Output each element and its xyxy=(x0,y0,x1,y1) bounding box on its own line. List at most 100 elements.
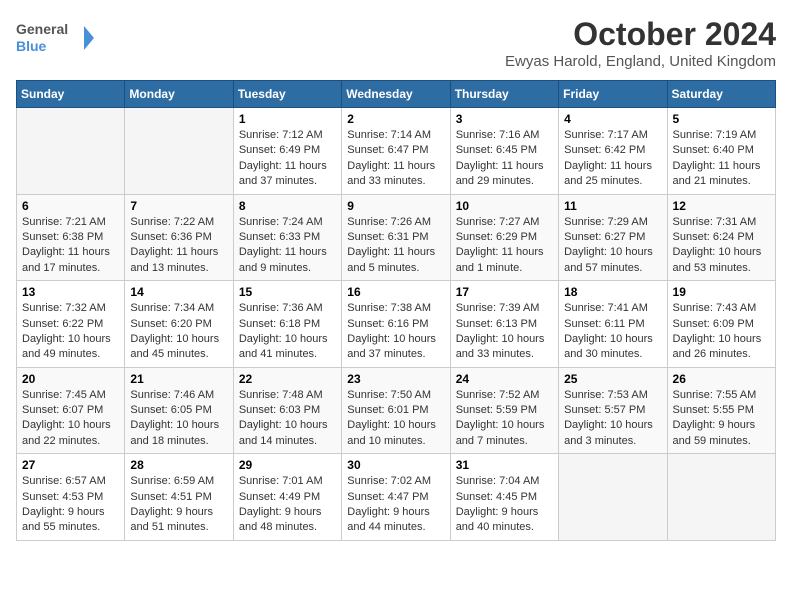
day-number: 4 xyxy=(564,112,661,126)
day-info: Sunrise: 7:12 AMSunset: 6:49 PMDaylight:… xyxy=(239,129,327,187)
day-number: 21 xyxy=(130,372,227,386)
day-number: 29 xyxy=(239,458,336,472)
col-thursday: Thursday xyxy=(450,81,558,108)
day-info: Sunrise: 7:21 AMSunset: 6:38 PMDaylight:… xyxy=(22,216,110,274)
day-info: Sunrise: 7:04 AMSunset: 4:45 PMDaylight:… xyxy=(456,475,540,533)
col-monday: Monday xyxy=(125,81,233,108)
day-info: Sunrise: 7:19 AMSunset: 6:40 PMDaylight:… xyxy=(673,129,761,187)
calendar-day: 20 Sunrise: 7:45 AMSunset: 6:07 PMDaylig… xyxy=(17,367,125,454)
calendar-day xyxy=(559,454,667,541)
day-info: Sunrise: 7:45 AMSunset: 6:07 PMDaylight:… xyxy=(22,389,111,447)
day-info: Sunrise: 7:27 AMSunset: 6:29 PMDaylight:… xyxy=(456,216,544,274)
calendar-week-1: 1 Sunrise: 7:12 AMSunset: 6:49 PMDayligh… xyxy=(17,108,776,195)
calendar-day: 31 Sunrise: 7:04 AMSunset: 4:45 PMDaylig… xyxy=(450,454,558,541)
calendar-day: 24 Sunrise: 7:52 AMSunset: 5:59 PMDaylig… xyxy=(450,367,558,454)
calendar-day: 11 Sunrise: 7:29 AMSunset: 6:27 PMDaylig… xyxy=(559,194,667,281)
calendar-week-2: 6 Sunrise: 7:21 AMSunset: 6:38 PMDayligh… xyxy=(17,194,776,281)
calendar-day: 30 Sunrise: 7:02 AMSunset: 4:47 PMDaylig… xyxy=(342,454,450,541)
day-info: Sunrise: 7:01 AMSunset: 4:49 PMDaylight:… xyxy=(239,475,323,533)
day-info: Sunrise: 7:16 AMSunset: 6:45 PMDaylight:… xyxy=(456,129,544,187)
svg-text:Blue: Blue xyxy=(16,38,47,54)
calendar-day: 14 Sunrise: 7:34 AMSunset: 6:20 PMDaylig… xyxy=(125,281,233,368)
day-number: 17 xyxy=(456,285,553,299)
calendar-week-4: 20 Sunrise: 7:45 AMSunset: 6:07 PMDaylig… xyxy=(17,367,776,454)
day-number: 1 xyxy=(239,112,336,126)
day-number: 18 xyxy=(564,285,661,299)
day-info: Sunrise: 7:53 AMSunset: 5:57 PMDaylight:… xyxy=(564,389,653,447)
logo: General Blue xyxy=(16,16,96,60)
calendar-day: 22 Sunrise: 7:48 AMSunset: 6:03 PMDaylig… xyxy=(233,367,341,454)
col-friday: Friday xyxy=(559,81,667,108)
day-info: Sunrise: 6:59 AMSunset: 4:51 PMDaylight:… xyxy=(130,475,214,533)
calendar-day xyxy=(667,454,775,541)
day-info: Sunrise: 6:57 AMSunset: 4:53 PMDaylight:… xyxy=(22,475,106,533)
header-row: Sunday Monday Tuesday Wednesday Thursday… xyxy=(17,81,776,108)
svg-text:General: General xyxy=(16,21,68,37)
day-number: 11 xyxy=(564,199,661,213)
page-header: General Blue October 2024 Ewyas Harold, … xyxy=(16,16,776,70)
calendar-day: 3 Sunrise: 7:16 AMSunset: 6:45 PMDayligh… xyxy=(450,108,558,195)
day-info: Sunrise: 7:29 AMSunset: 6:27 PMDaylight:… xyxy=(564,216,653,274)
calendar-day: 15 Sunrise: 7:36 AMSunset: 6:18 PMDaylig… xyxy=(233,281,341,368)
day-info: Sunrise: 7:02 AMSunset: 4:47 PMDaylight:… xyxy=(347,475,431,533)
day-info: Sunrise: 7:38 AMSunset: 6:16 PMDaylight:… xyxy=(347,302,436,360)
day-info: Sunrise: 7:22 AMSunset: 6:36 PMDaylight:… xyxy=(130,216,218,274)
day-number: 23 xyxy=(347,372,444,386)
day-info: Sunrise: 7:41 AMSunset: 6:11 PMDaylight:… xyxy=(564,302,653,360)
day-info: Sunrise: 7:17 AMSunset: 6:42 PMDaylight:… xyxy=(564,129,652,187)
day-number: 31 xyxy=(456,458,553,472)
day-number: 7 xyxy=(130,199,227,213)
col-tuesday: Tuesday xyxy=(233,81,341,108)
calendar-day: 10 Sunrise: 7:27 AMSunset: 6:29 PMDaylig… xyxy=(450,194,558,281)
day-number: 15 xyxy=(239,285,336,299)
day-number: 20 xyxy=(22,372,119,386)
calendar-day: 12 Sunrise: 7:31 AMSunset: 6:24 PMDaylig… xyxy=(667,194,775,281)
day-number: 27 xyxy=(22,458,119,472)
day-info: Sunrise: 7:48 AMSunset: 6:03 PMDaylight:… xyxy=(239,389,328,447)
day-info: Sunrise: 7:36 AMSunset: 6:18 PMDaylight:… xyxy=(239,302,328,360)
day-number: 30 xyxy=(347,458,444,472)
calendar-day: 8 Sunrise: 7:24 AMSunset: 6:33 PMDayligh… xyxy=(233,194,341,281)
day-number: 9 xyxy=(347,199,444,213)
day-info: Sunrise: 7:31 AMSunset: 6:24 PMDaylight:… xyxy=(673,216,762,274)
day-number: 26 xyxy=(673,372,770,386)
calendar-day: 28 Sunrise: 6:59 AMSunset: 4:51 PMDaylig… xyxy=(125,454,233,541)
calendar-day: 19 Sunrise: 7:43 AMSunset: 6:09 PMDaylig… xyxy=(667,281,775,368)
day-number: 24 xyxy=(456,372,553,386)
calendar-table: Sunday Monday Tuesday Wednesday Thursday… xyxy=(16,80,776,541)
day-info: Sunrise: 7:55 AMSunset: 5:55 PMDaylight:… xyxy=(673,389,757,447)
day-info: Sunrise: 7:26 AMSunset: 6:31 PMDaylight:… xyxy=(347,216,435,274)
calendar-day: 18 Sunrise: 7:41 AMSunset: 6:11 PMDaylig… xyxy=(559,281,667,368)
day-number: 5 xyxy=(673,112,770,126)
day-number: 6 xyxy=(22,199,119,213)
col-saturday: Saturday xyxy=(667,81,775,108)
calendar-day: 13 Sunrise: 7:32 AMSunset: 6:22 PMDaylig… xyxy=(17,281,125,368)
day-info: Sunrise: 7:52 AMSunset: 5:59 PMDaylight:… xyxy=(456,389,545,447)
month-title: October 2024 xyxy=(505,16,776,53)
day-number: 22 xyxy=(239,372,336,386)
day-number: 16 xyxy=(347,285,444,299)
title-block: October 2024 Ewyas Harold, England, Unit… xyxy=(505,16,776,70)
calendar-day: 4 Sunrise: 7:17 AMSunset: 6:42 PMDayligh… xyxy=(559,108,667,195)
col-wednesday: Wednesday xyxy=(342,81,450,108)
day-number: 8 xyxy=(239,199,336,213)
day-info: Sunrise: 7:24 AMSunset: 6:33 PMDaylight:… xyxy=(239,216,327,274)
calendar-day: 16 Sunrise: 7:38 AMSunset: 6:16 PMDaylig… xyxy=(342,281,450,368)
calendar-day: 21 Sunrise: 7:46 AMSunset: 6:05 PMDaylig… xyxy=(125,367,233,454)
day-number: 13 xyxy=(22,285,119,299)
calendar-day xyxy=(125,108,233,195)
calendar-day: 26 Sunrise: 7:55 AMSunset: 5:55 PMDaylig… xyxy=(667,367,775,454)
calendar-day xyxy=(17,108,125,195)
day-info: Sunrise: 7:39 AMSunset: 6:13 PMDaylight:… xyxy=(456,302,545,360)
calendar-day: 23 Sunrise: 7:50 AMSunset: 6:01 PMDaylig… xyxy=(342,367,450,454)
calendar-day: 7 Sunrise: 7:22 AMSunset: 6:36 PMDayligh… xyxy=(125,194,233,281)
location: Ewyas Harold, England, United Kingdom xyxy=(505,53,776,70)
day-info: Sunrise: 7:14 AMSunset: 6:47 PMDaylight:… xyxy=(347,129,435,187)
day-number: 25 xyxy=(564,372,661,386)
day-info: Sunrise: 7:34 AMSunset: 6:20 PMDaylight:… xyxy=(130,302,219,360)
col-sunday: Sunday xyxy=(17,81,125,108)
calendar-day: 1 Sunrise: 7:12 AMSunset: 6:49 PMDayligh… xyxy=(233,108,341,195)
day-info: Sunrise: 7:50 AMSunset: 6:01 PMDaylight:… xyxy=(347,389,436,447)
calendar-week-3: 13 Sunrise: 7:32 AMSunset: 6:22 PMDaylig… xyxy=(17,281,776,368)
day-number: 28 xyxy=(130,458,227,472)
